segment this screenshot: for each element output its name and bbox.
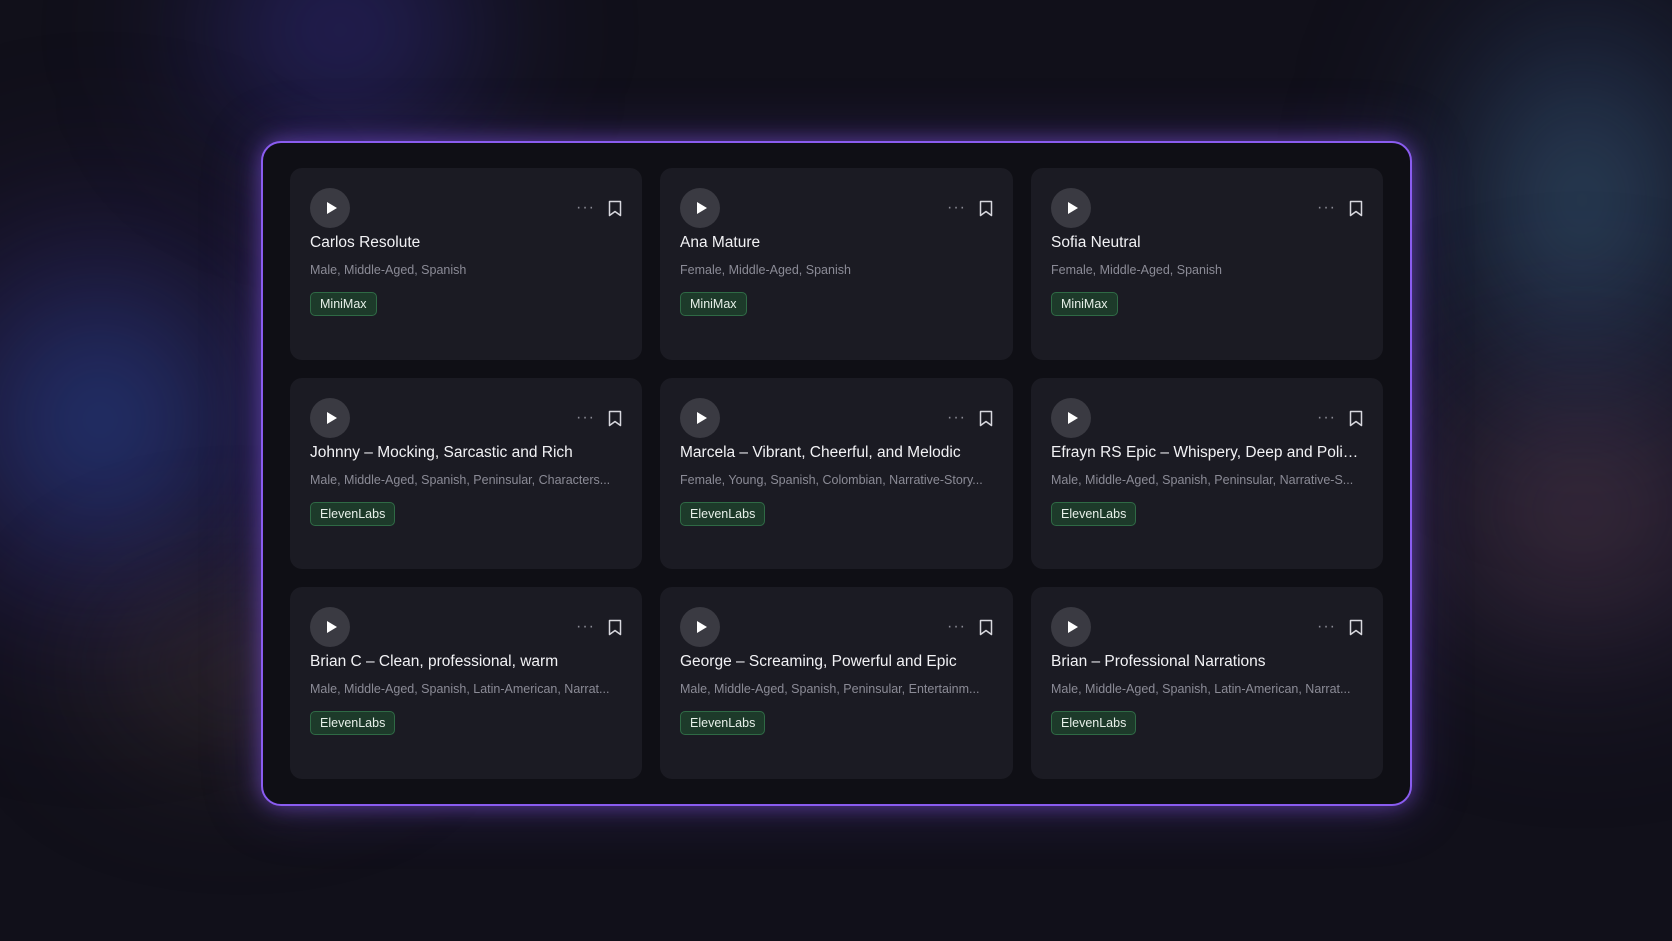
more-horizontal-icon[interactable]: ··· bbox=[947, 200, 965, 216]
play-icon bbox=[326, 202, 337, 214]
more-horizontal-icon[interactable]: ··· bbox=[576, 200, 594, 216]
voice-card[interactable]: ··· Brian C – Clean, professional, warm … bbox=[290, 587, 642, 779]
more-horizontal-icon[interactable]: ··· bbox=[1317, 619, 1335, 635]
provider-badge: ElevenLabs bbox=[680, 711, 766, 735]
provider-badge: MiniMax bbox=[310, 292, 377, 316]
voice-name: George – Screaming, Powerful and Epic bbox=[680, 653, 957, 670]
card-actions: ··· bbox=[576, 619, 622, 636]
bookmark-icon[interactable] bbox=[608, 410, 622, 427]
voice-card[interactable]: ··· Brian – Professional Narrations Male… bbox=[1031, 587, 1383, 779]
card-actions: ··· bbox=[576, 410, 622, 427]
play-icon bbox=[696, 202, 707, 214]
card-header: ··· bbox=[310, 188, 622, 228]
voice-description: Male, Middle-Aged, Spanish, Peninsular, … bbox=[1051, 473, 1354, 487]
provider-badge: MiniMax bbox=[1051, 292, 1118, 316]
voice-card[interactable]: ··· Johnny – Mocking, Sarcastic and Rich… bbox=[290, 378, 642, 569]
voice-card[interactable]: ··· Carlos Resolute Male, Middle-Aged, S… bbox=[290, 168, 642, 360]
voice-card[interactable]: ··· Efrayn RS Epic – Whispery, Deep and … bbox=[1031, 378, 1383, 569]
voice-card[interactable]: ··· Sofia Neutral Female, Middle-Aged, S… bbox=[1031, 168, 1383, 360]
voice-description: Female, Young, Spanish, Colombian, Narra… bbox=[680, 473, 983, 487]
play-icon bbox=[326, 621, 337, 633]
more-horizontal-icon[interactable]: ··· bbox=[576, 619, 594, 635]
play-button[interactable] bbox=[680, 398, 720, 438]
card-actions: ··· bbox=[947, 410, 993, 427]
provider-badge: ElevenLabs bbox=[1051, 502, 1137, 526]
card-header: ··· bbox=[680, 398, 993, 438]
card-header: ··· bbox=[1051, 188, 1363, 228]
voice-card[interactable]: ··· Marcela – Vibrant, Cheerful, and Mel… bbox=[660, 378, 1013, 569]
card-header: ··· bbox=[310, 607, 622, 647]
card-header: ··· bbox=[680, 188, 993, 228]
bookmark-icon[interactable] bbox=[1349, 200, 1363, 217]
play-icon bbox=[1067, 621, 1078, 633]
play-icon bbox=[696, 412, 707, 424]
voice-name: Ana Mature bbox=[680, 234, 761, 251]
voice-description: Male, Middle-Aged, Spanish, Peninsular, … bbox=[680, 682, 980, 696]
voice-description: Female, Middle-Aged, Spanish bbox=[1051, 263, 1222, 277]
play-button[interactable] bbox=[680, 607, 720, 647]
play-button[interactable] bbox=[310, 188, 350, 228]
voice-grid: ··· Carlos Resolute Male, Middle-Aged, S… bbox=[290, 168, 1383, 779]
card-actions: ··· bbox=[947, 619, 993, 636]
bookmark-icon[interactable] bbox=[979, 619, 993, 636]
card-header: ··· bbox=[1051, 607, 1363, 647]
voice-name: Carlos Resolute bbox=[310, 234, 421, 251]
bookmark-icon[interactable] bbox=[608, 200, 622, 217]
bookmark-icon[interactable] bbox=[608, 619, 622, 636]
voice-name: Brian – Professional Narrations bbox=[1051, 653, 1266, 670]
card-header: ··· bbox=[310, 398, 622, 438]
voice-description: Male, Middle-Aged, Spanish bbox=[310, 263, 467, 277]
voice-description: Male, Middle-Aged, Spanish, Latin-Americ… bbox=[310, 682, 610, 696]
bookmark-icon[interactable] bbox=[1349, 619, 1363, 636]
voice-description: Male, Middle-Aged, Spanish, Peninsular, … bbox=[310, 473, 611, 487]
play-button[interactable] bbox=[310, 398, 350, 438]
voice-name: Marcela – Vibrant, Cheerful, and Melodic bbox=[680, 444, 961, 461]
voice-card[interactable]: ··· George – Screaming, Powerful and Epi… bbox=[660, 587, 1013, 779]
card-actions: ··· bbox=[1317, 200, 1363, 217]
more-horizontal-icon[interactable]: ··· bbox=[947, 619, 965, 635]
bookmark-icon[interactable] bbox=[1349, 410, 1363, 427]
card-actions: ··· bbox=[576, 200, 622, 217]
play-icon bbox=[1067, 412, 1078, 424]
more-horizontal-icon[interactable]: ··· bbox=[947, 410, 965, 426]
voice-library-panel: ··· Carlos Resolute Male, Middle-Aged, S… bbox=[261, 141, 1412, 806]
card-actions: ··· bbox=[1317, 619, 1363, 636]
bookmark-icon[interactable] bbox=[979, 200, 993, 217]
voice-description: Female, Middle-Aged, Spanish bbox=[680, 263, 851, 277]
provider-badge: ElevenLabs bbox=[310, 502, 396, 526]
play-button[interactable] bbox=[1051, 607, 1091, 647]
voice-name: Efrayn RS Epic – Whispery, Deep and Poli… bbox=[1051, 444, 1363, 461]
provider-badge: ElevenLabs bbox=[680, 502, 766, 526]
play-button[interactable] bbox=[310, 607, 350, 647]
play-icon bbox=[326, 412, 337, 424]
voice-name: Sofia Neutral bbox=[1051, 234, 1141, 251]
play-button[interactable] bbox=[1051, 188, 1091, 228]
voice-name: Johnny – Mocking, Sarcastic and Rich bbox=[310, 444, 573, 461]
card-actions: ··· bbox=[947, 200, 993, 217]
provider-badge: ElevenLabs bbox=[1051, 711, 1137, 735]
card-header: ··· bbox=[1051, 398, 1363, 438]
provider-badge: ElevenLabs bbox=[310, 711, 396, 735]
provider-badge: MiniMax bbox=[680, 292, 747, 316]
card-actions: ··· bbox=[1317, 410, 1363, 427]
play-button[interactable] bbox=[1051, 398, 1091, 438]
voice-card[interactable]: ··· Ana Mature Female, Middle-Aged, Span… bbox=[660, 168, 1013, 360]
more-horizontal-icon[interactable]: ··· bbox=[1317, 410, 1335, 426]
play-icon bbox=[696, 621, 707, 633]
more-horizontal-icon[interactable]: ··· bbox=[576, 410, 594, 426]
card-header: ··· bbox=[680, 607, 993, 647]
bookmark-icon[interactable] bbox=[979, 410, 993, 427]
voice-name: Brian C – Clean, professional, warm bbox=[310, 653, 559, 670]
play-icon bbox=[1067, 202, 1078, 214]
more-horizontal-icon[interactable]: ··· bbox=[1317, 200, 1335, 216]
play-button[interactable] bbox=[680, 188, 720, 228]
voice-description: Male, Middle-Aged, Spanish, Latin-Americ… bbox=[1051, 682, 1351, 696]
